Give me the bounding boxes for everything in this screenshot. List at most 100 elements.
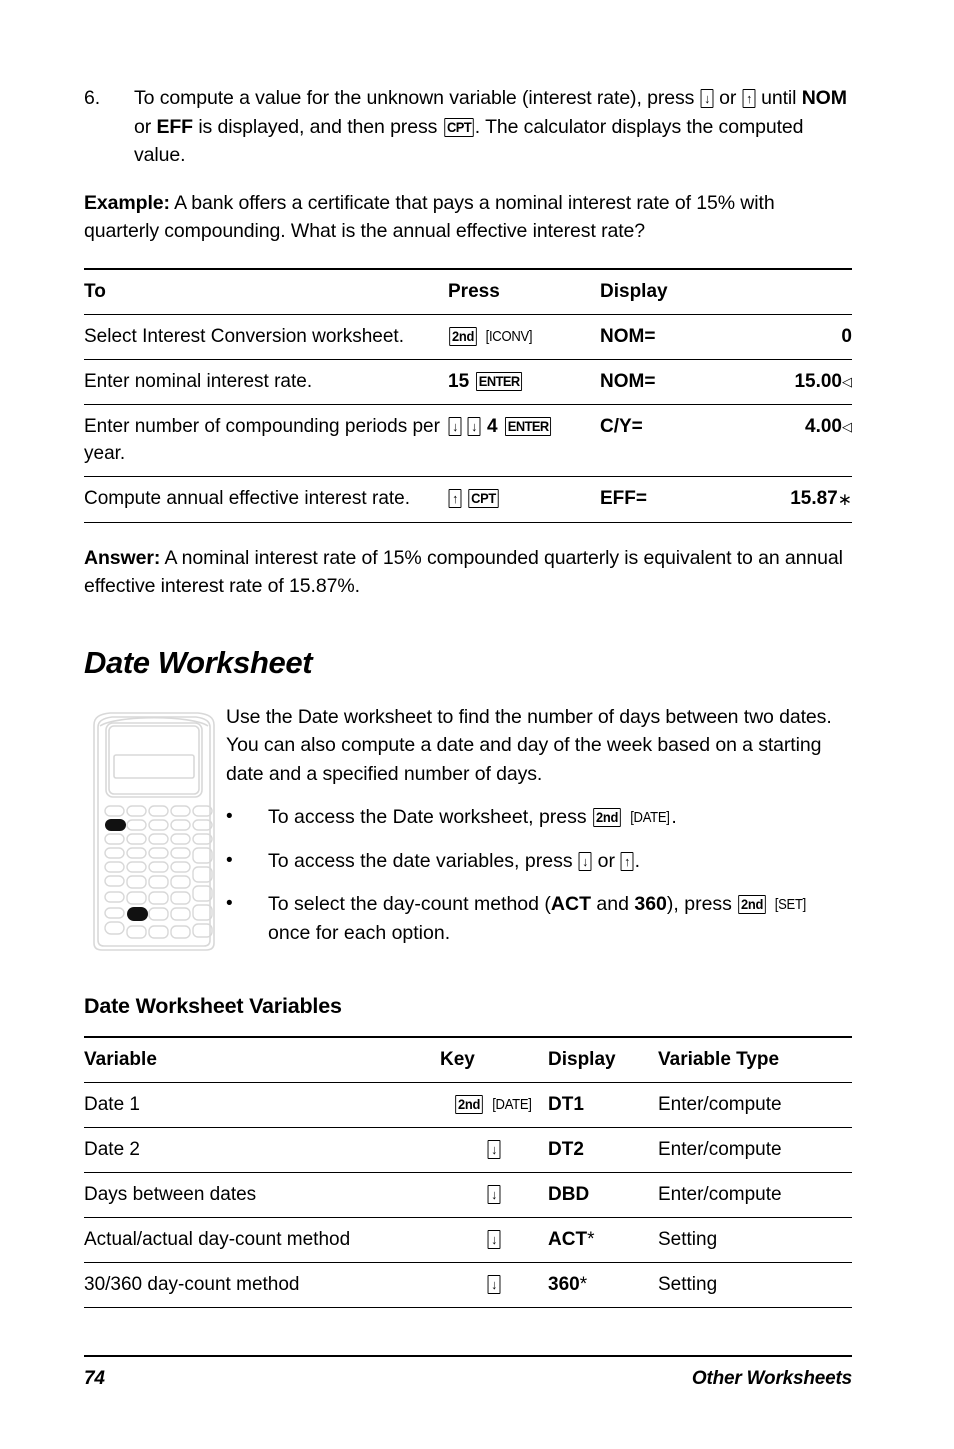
display-label: DT2 <box>548 1138 584 1160</box>
cell-key: ↓ <box>440 1216 548 1262</box>
cell-key: ↓ <box>440 1126 548 1172</box>
cell-to: Enter number of compounding periods per … <box>84 403 448 476</box>
table-header-row: To Press Display <box>84 267 852 314</box>
display-value: 15.87∗ <box>790 487 852 509</box>
column-header-press: Press <box>448 267 600 314</box>
display-label: 360 <box>548 1273 580 1295</box>
date-secondary-key-icon: [DATE] <box>629 810 670 826</box>
step-text-part-3: until <box>755 87 802 109</box>
2nd-key-icon: 2nd <box>455 1094 484 1114</box>
bullet-item: • To access the Date worksheet, press 2nd… <box>226 803 852 832</box>
cell-key: ↓ <box>440 1171 548 1217</box>
table-bottom-rule <box>84 1306 852 1308</box>
step-text-part-4: or <box>134 115 157 138</box>
cell-display: 15.87∗ EFF= <box>600 475 852 522</box>
bullet-dot-icon: • <box>226 849 233 871</box>
table-body: Date 1 2nd [DATE] DT1 Enter/compute Date 2 ↓ D… <box>84 1081 852 1307</box>
entered-marker-icon: ◁ <box>842 418 852 434</box>
display-label: C/Y= <box>600 415 643 437</box>
illustration-and-intro: Use the Date worksheet to find the numbe… <box>84 703 852 955</box>
table-row: Enter number of compounding periods per … <box>84 403 852 476</box>
bullet-item: • To access the date variables, press ↓ o… <box>226 847 852 876</box>
down-arrow-key-icon: ↓ <box>487 1229 501 1249</box>
table-body: Select Interest Conversion worksheet. 2nd… <box>84 313 852 522</box>
setting-marker-icon: * <box>587 1228 595 1250</box>
cell-variable: 30/360 day-count method <box>84 1261 440 1307</box>
2nd-key-icon: 2nd <box>449 326 477 346</box>
cell-display: DT2 <box>548 1126 658 1172</box>
bullet-dot-icon: • <box>226 806 233 827</box>
date-worksheet-variables-table: Variable Key Display Variable Type Date … <box>84 1035 852 1307</box>
keypress-value: 15 <box>448 370 470 392</box>
cell-variable: Date 1 <box>84 1081 440 1127</box>
down-arrow-key-icon: ↓ <box>578 851 592 871</box>
step-bold-nom: NOM <box>801 87 847 109</box>
calculator-illustration <box>86 707 222 955</box>
cell-variable-type: Setting <box>658 1261 852 1307</box>
column-header-variable-type: Variable Type <box>658 1035 852 1082</box>
display-value: 15.00◁ <box>794 370 852 392</box>
answer-text: A nominal interest rate of 15% compounde… <box>84 546 843 598</box>
keypress-value: 4 <box>486 415 498 437</box>
cell-press: ↑ CPT <box>448 475 600 522</box>
table-row: Select Interest Conversion worksheet. 2nd… <box>84 313 852 359</box>
bullet-text: To access the Date worksheet, press <box>268 806 593 828</box>
bold-term: 360 <box>634 893 667 915</box>
section-intro-text: Use the Date worksheet to find the numbe… <box>226 705 832 785</box>
cell-display: 15.00◁ NOM= <box>600 358 852 404</box>
2nd-key-icon: 2nd <box>738 895 767 914</box>
bullet-list: • To access the Date worksheet, press 2nd… <box>226 803 852 947</box>
cell-display: 360* <box>548 1261 658 1307</box>
numbered-step-6: 6. To compute a value for the unknown va… <box>84 84 852 170</box>
footer-page-number: 74 <box>84 1368 105 1389</box>
bullet-dot-icon: • <box>226 893 233 914</box>
table-row: Days between dates ↓ DBD Enter/compute <box>84 1171 852 1217</box>
bullet-text: To access the date variables, press <box>268 849 578 872</box>
up-arrow-key-icon: ↑ <box>742 89 756 108</box>
step-text-part-2: or <box>713 87 742 109</box>
table-row: Enter nominal interest rate. 15 ENTER 15.0… <box>84 358 852 404</box>
down-arrow-key-icon: ↓ <box>448 416 462 436</box>
cell-variable: Date 2 <box>84 1126 440 1172</box>
display-label: DT1 <box>548 1093 584 1115</box>
bullet-text: To select the day-count method ( <box>268 893 551 915</box>
bullet-item: • To select the day-count method (ACT and… <box>226 890 852 947</box>
example-text: A bank offers a certificate that pays a … <box>84 191 775 243</box>
date-secondary-key-icon: [DATE] <box>491 1096 532 1113</box>
step-bold-eff: EFF <box>156 115 193 138</box>
document-page: 6. To compute a value for the unknown va… <box>84 0 852 1449</box>
entered-marker-icon: ◁ <box>842 373 852 389</box>
cell-variable-type: Enter/compute <box>658 1126 852 1172</box>
up-arrow-key-icon: ↑ <box>448 488 462 508</box>
cell-to: Select Interest Conversion worksheet. <box>84 313 448 359</box>
bullet-text: and <box>590 893 635 915</box>
table-row: Compute annual effective interest rate. ↑… <box>84 475 852 522</box>
cell-press: ↓ ↓ 4 ENTER <box>448 403 600 476</box>
display-value: 0 <box>841 325 852 347</box>
display-label: ACT <box>548 1228 588 1250</box>
down-arrow-key-icon: ↓ <box>700 89 714 108</box>
subsection-heading-date-worksheet-variables: Date Worksheet Variables <box>84 993 342 1018</box>
bold-term: ACT <box>550 893 591 915</box>
example-label: Example: <box>84 191 170 214</box>
column-header-key: Key <box>440 1035 548 1082</box>
cpt-key-icon: CPT <box>468 488 500 508</box>
cell-display: DBD <box>548 1171 658 1217</box>
down-arrow-key-icon: ↓ <box>487 1184 501 1204</box>
setting-marker-icon: * <box>579 1273 588 1295</box>
cell-to: Enter nominal interest rate. <box>84 358 448 404</box>
display-label: EFF= <box>600 487 647 509</box>
enter-key-icon: ENTER <box>476 371 523 391</box>
up-arrow-key-icon: ↑ <box>620 851 635 871</box>
table-bottom-rule <box>84 521 852 523</box>
example-paragraph: Example: A bank offers a certificate tha… <box>84 189 852 246</box>
cell-key: 2nd [DATE] <box>440 1081 548 1127</box>
bullet-text: once for each option. <box>268 921 451 944</box>
cpt-key-icon: CPT <box>443 117 474 137</box>
display-label: NOM= <box>600 370 656 392</box>
interest-conversion-example-table-wrapper: To Press Display Select Interest Convers… <box>84 267 852 523</box>
cell-variable-type: Enter/compute <box>658 1081 852 1127</box>
cell-display: 0 NOM= <box>600 313 852 359</box>
table-header: To Press Display <box>84 267 852 314</box>
cell-display: ACT* <box>548 1216 658 1262</box>
